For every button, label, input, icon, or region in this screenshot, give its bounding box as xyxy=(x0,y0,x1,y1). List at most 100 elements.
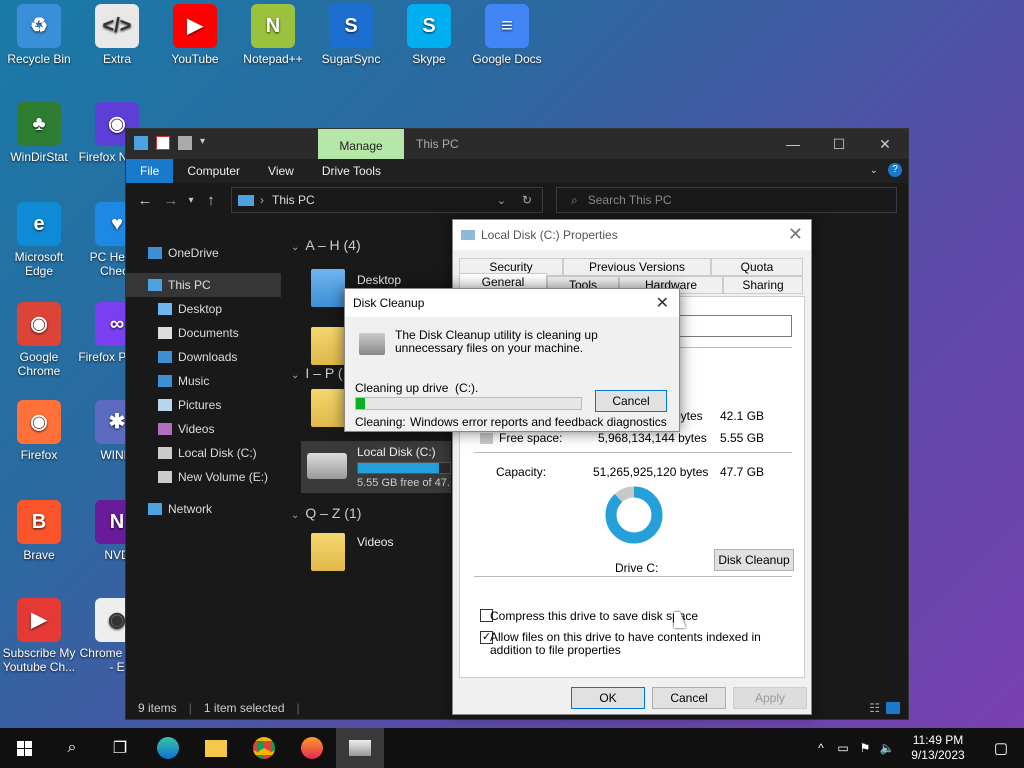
app-icon: </> xyxy=(95,4,139,48)
minimize-button[interactable]: — xyxy=(770,129,816,159)
folder-icon xyxy=(205,739,227,757)
defender-icon[interactable]: ⚑ xyxy=(854,741,876,755)
new-folder-icon[interactable] xyxy=(178,136,192,150)
sidebar-item-label: Local Disk (C:) xyxy=(178,446,257,460)
videos-folder-icon[interactable] xyxy=(311,533,345,571)
apply-button[interactable]: Apply xyxy=(733,687,807,709)
desktop-icon-google-docs[interactable]: ≡ Google Docs xyxy=(468,4,546,66)
notification-icon[interactable]: ▢ xyxy=(978,739,1024,757)
help-icon[interactable]: ? xyxy=(888,163,902,177)
tab-drive-tools[interactable]: Drive Tools xyxy=(308,159,395,183)
windows-logo-icon xyxy=(16,740,32,756)
volume-label-input[interactable] xyxy=(670,315,792,337)
search-button[interactable]: ⌕ xyxy=(48,728,96,768)
desktop-icon-label: Extra xyxy=(102,52,131,66)
sidebar-item-label: Pictures xyxy=(178,398,222,412)
desktop-icon-brave[interactable]: B Brave xyxy=(0,500,78,562)
close-button[interactable]: ✕ xyxy=(862,129,908,159)
computer-icon[interactable] xyxy=(134,136,148,150)
music-folder-icon[interactable] xyxy=(311,389,345,427)
index-contents-label[interactable]: Allow files on this drive to have conten… xyxy=(490,631,788,657)
donut-used-ring xyxy=(605,486,663,544)
sidebar-item-documents[interactable]: Documents xyxy=(126,321,281,345)
desktop-folder-icon[interactable] xyxy=(311,269,345,307)
progress-label: Cleaning up drive (C:). xyxy=(355,381,479,395)
tab-quota[interactable]: Quota xyxy=(711,258,803,276)
taskbar-edge[interactable] xyxy=(144,728,192,768)
sidebar-item-network[interactable]: Network xyxy=(126,497,281,521)
taskbar-disk-cleanup[interactable] xyxy=(336,728,384,768)
taskbar-firefox[interactable] xyxy=(288,728,336,768)
back-arrow-icon[interactable]: ← xyxy=(132,192,158,209)
sidebar-item-label: Network xyxy=(168,502,213,516)
close-icon[interactable]: ✕ xyxy=(656,293,669,313)
tab-manage[interactable]: Manage xyxy=(318,129,404,159)
desktop-icon-microsoft-edge[interactable]: e Microsoft Edge xyxy=(0,202,78,278)
cleanup-cancel-button[interactable]: Cancel xyxy=(595,390,667,412)
close-icon[interactable]: ✕ xyxy=(788,224,803,245)
breadcrumb-chevron-icon: › xyxy=(260,193,264,207)
clock[interactable]: 11:49 PM 9/13/2023 xyxy=(898,733,978,763)
task-view-button[interactable]: ❐ xyxy=(96,728,144,768)
downloads-folder-icon[interactable] xyxy=(311,327,345,365)
sidebar-item-local-disk-c[interactable]: Local Disk (C:) xyxy=(126,441,281,465)
desktop-icon-label: Brave xyxy=(23,548,55,562)
details-view-icon[interactable]: ☷ xyxy=(869,701,880,715)
tab-previous-versions[interactable]: Previous Versions xyxy=(563,258,711,276)
tab-sharing[interactable]: Sharing xyxy=(723,276,803,294)
taskbar-file-explorer[interactable] xyxy=(192,728,240,768)
large-icons-view-icon[interactable] xyxy=(886,702,900,714)
desktop-icon-recycle-bin[interactable]: ♻ Recycle Bin xyxy=(0,4,78,66)
ok-button[interactable]: OK xyxy=(571,687,645,709)
forward-arrow-icon[interactable]: → xyxy=(158,192,184,209)
expand-ribbon-icon[interactable]: ⌄ xyxy=(870,165,878,176)
disk-cleanup-icon xyxy=(359,333,385,355)
desktop-icon-notepad[interactable]: N Notepad++ xyxy=(234,4,312,66)
desktop-icon-sugarsync[interactable]: S SugarSync xyxy=(312,4,390,66)
disk-cleanup-button[interactable]: Disk Cleanup xyxy=(714,549,794,571)
compress-drive-label[interactable]: Compress this drive to save disk space xyxy=(490,609,698,623)
folder-label-videos[interactable]: Videos xyxy=(357,535,393,549)
explorer-titlebar: ▾ Manage This PC — ☐ ✕ xyxy=(126,129,908,159)
sidebar-item-music[interactable]: Music xyxy=(126,369,281,393)
recent-chevron-icon[interactable]: ▾ xyxy=(184,195,198,206)
sidebar-item-downloads[interactable]: Downloads xyxy=(126,345,281,369)
app-icon: S xyxy=(407,4,451,48)
drive-tile-local-disk[interactable]: Local Disk (C:) 5.55 GB free of 47. xyxy=(301,441,451,493)
sidebar-item-label: Documents xyxy=(178,326,239,340)
up-arrow-icon[interactable]: ↑ xyxy=(198,192,224,209)
tab-computer[interactable]: Computer xyxy=(173,159,254,183)
desktop-icon-extra[interactable]: </> Extra xyxy=(78,4,156,66)
desktop-icon-skype[interactable]: S Skype xyxy=(390,4,468,66)
desktop-icon-firefox[interactable]: ◉ Firefox xyxy=(0,400,78,462)
tray-overflow-icon[interactable]: ^ xyxy=(810,741,832,755)
address-dropdown-icon[interactable]: ⌄ xyxy=(497,194,506,207)
cleanup-progress-fill xyxy=(356,398,365,409)
sidebar-item-pictures[interactable]: Pictures xyxy=(126,393,281,417)
folder-label-desktop[interactable]: Desktop xyxy=(357,273,401,287)
refresh-icon[interactable]: ↻ xyxy=(522,193,532,207)
tab-file[interactable]: File xyxy=(126,159,174,183)
desktop-icon-google-chrome[interactable]: ◉ Google Chrome xyxy=(0,302,78,378)
sidebar-item-desktop[interactable]: Desktop xyxy=(126,297,281,321)
properties-titlebar: Local Disk (C:) Properties ✕ xyxy=(453,220,811,250)
desktop-icon-subscribe-my-youtube-ch[interactable]: ▶ Subscribe My Youtube Ch... xyxy=(0,598,78,674)
start-button[interactable] xyxy=(0,728,48,768)
desktop-icon-label: SugarSync xyxy=(321,52,381,66)
sidebar-item-new-volume-e[interactable]: New Volume (E:) xyxy=(126,465,281,489)
tab-view[interactable]: View xyxy=(254,159,308,183)
sidebar-item-this-pc[interactable]: This PC xyxy=(126,273,281,297)
properties-icon[interactable] xyxy=(156,136,170,150)
desktop-icon-youtube[interactable]: ▶ YouTube xyxy=(156,4,234,66)
maximize-button[interactable]: ☐ xyxy=(816,129,862,159)
search-input[interactable]: ⌕ Search This PC xyxy=(556,187,897,213)
address-bar[interactable]: › This PC ⌄ ↻ xyxy=(231,187,543,213)
taskbar-chrome[interactable] xyxy=(240,728,288,768)
chevron-down-icon[interactable]: ▾ xyxy=(200,136,214,150)
desktop-icon-windirstat[interactable]: ♣ WinDirStat xyxy=(0,102,78,164)
cancel-button[interactable]: Cancel xyxy=(652,687,726,709)
volume-mute-icon[interactable]: 🔈 xyxy=(876,741,898,755)
sidebar-item-onedrive[interactable]: OneDrive xyxy=(126,241,281,265)
network-icon[interactable]: ▭ xyxy=(832,741,854,755)
sidebar-item-videos[interactable]: Videos xyxy=(126,417,281,441)
